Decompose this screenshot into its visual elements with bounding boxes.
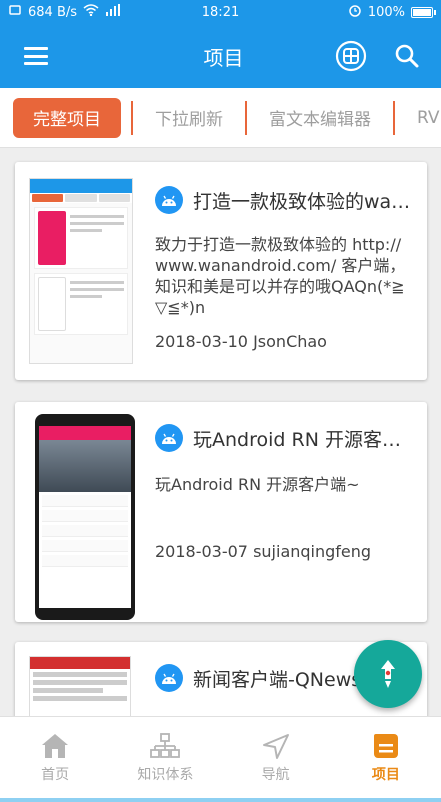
- android-icon: [155, 664, 183, 692]
- search-button[interactable]: [391, 40, 423, 72]
- system-nav-strip: [0, 798, 441, 802]
- nav-knowledge[interactable]: 知识体系: [110, 717, 220, 798]
- project-doc-icon: [373, 733, 398, 758]
- project-date: 2018-03-07: [155, 542, 248, 561]
- battery-fill: [413, 8, 431, 16]
- nav-navigation[interactable]: 导航: [221, 717, 331, 798]
- alarm-icon: [348, 3, 362, 21]
- project-date: 2018-03-10: [155, 332, 248, 351]
- nav-label: 项目: [371, 766, 400, 783]
- project-author: JsonChao: [253, 332, 327, 351]
- nav-label: 知识体系: [137, 766, 194, 783]
- project-title: 打造一款极致体验的wa…: [193, 190, 411, 213]
- android-icon: [155, 186, 183, 214]
- project-card[interactable]: 打造一款极致体验的wa… 致力于打造一款极致体验的 http://www.wan…: [15, 162, 427, 380]
- home-icon: [42, 733, 69, 758]
- notification-icon: [8, 3, 22, 21]
- rocket-up-icon: [381, 660, 395, 688]
- status-bar: 684 B/s 18:21 100%: [0, 0, 441, 24]
- project-grid-icon: [335, 40, 367, 72]
- project-grid-button[interactable]: [335, 40, 367, 72]
- project-thumbnail: [29, 178, 133, 364]
- hamburger-menu-icon: [24, 47, 48, 65]
- project-thumbnail: [29, 656, 131, 716]
- status-time: 18:21: [201, 4, 240, 20]
- scroll-top-fab[interactable]: [354, 640, 422, 708]
- tab-rich-text-editor[interactable]: 富文本编辑器: [247, 98, 393, 138]
- page-title: 项目: [203, 45, 244, 70]
- project-title: 玩Android RN 开源客户…: [193, 428, 413, 451]
- project-list: 打造一款极致体验的wa… 致力于打造一款极致体验的 http://www.wan…: [0, 148, 441, 716]
- signal-icon: [105, 4, 121, 20]
- project-description: 致力于打造一款极致体验的 http://www.wanandroid.com/ …: [155, 235, 406, 317]
- tab-pull-refresh[interactable]: 下拉刷新: [133, 98, 245, 138]
- android-icon: [155, 424, 183, 452]
- project-meta: 2018-03-07 sujianqingfeng: [155, 542, 371, 561]
- project-meta: 2018-03-10 JsonChao: [155, 332, 327, 351]
- project-title: 新闻客户端-QNews: [193, 668, 362, 691]
- project-category-tabs: 完整项目 下拉刷新 富文本编辑器 RV: [0, 88, 441, 148]
- nav-label: 首页: [41, 766, 70, 783]
- nav-project[interactable]: 项目: [331, 717, 441, 798]
- nav-label: 导航: [261, 766, 290, 783]
- tree-structure-icon: [150, 732, 181, 758]
- app-bar: 项目: [0, 24, 441, 88]
- project-author: sujianqingfeng: [253, 542, 372, 561]
- project-card[interactable]: 玩Android RN 开源客户… 玩Android RN 开源客户端~ 201…: [15, 402, 427, 622]
- tab-complete-projects[interactable]: 完整项目: [13, 97, 121, 138]
- battery-percent: 100%: [367, 4, 405, 20]
- navigation-arrow-icon: [262, 733, 289, 759]
- network-speed: 684 B/s: [28, 4, 78, 20]
- project-thumbnail: [35, 414, 135, 620]
- bottom-navigation: 首页 知识体系 导航 项目: [0, 716, 441, 798]
- wifi-icon: [83, 4, 99, 20]
- tab-rv[interactable]: RV: [395, 98, 441, 138]
- search-icon: [395, 44, 419, 68]
- nav-home[interactable]: 首页: [0, 717, 110, 798]
- project-description: 玩Android RN 开源客户端~: [155, 475, 360, 494]
- menu-button[interactable]: [0, 24, 72, 88]
- battery-icon: [411, 6, 436, 18]
